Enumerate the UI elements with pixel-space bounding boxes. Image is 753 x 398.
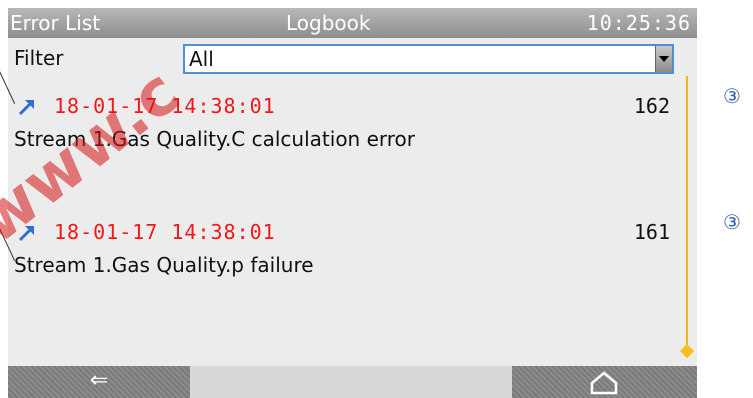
filter-dropdown[interactable]: All [183, 44, 674, 74]
entry-timestamp: 18-01-17 14:38:01 [54, 220, 276, 244]
home-button[interactable] [512, 366, 697, 398]
arrow-up-right-icon [18, 100, 34, 116]
log-entry[interactable]: 18-01-17 14:38:01 162 Stream 1.Gas Quali… [8, 94, 678, 158]
scrollbar[interactable] [679, 76, 695, 359]
filter-selected-value: All [189, 47, 214, 71]
callout-marker: ③ [723, 210, 741, 234]
entry-number: 162 [633, 94, 670, 118]
back-button[interactable]: ⇐ [8, 366, 190, 398]
log-entry[interactable]: 18-01-17 14:38:01 161 Stream 1.Gas Quali… [8, 220, 678, 284]
filter-row: Filter All [8, 42, 697, 76]
back-arrow-icon: ⇐ [89, 368, 109, 393]
entry-message: Stream 1.Gas Quality.p failure [14, 253, 314, 277]
empty-softkey [190, 366, 512, 398]
screen-title-left: Error List [10, 11, 101, 35]
screen-title: Logbook [286, 11, 371, 35]
device-screen: Error List Logbook 10:25:36 Filter All 1… [8, 8, 697, 398]
arrow-up-right-icon [18, 226, 34, 242]
scroll-track [686, 76, 688, 354]
scroll-thumb[interactable] [679, 343, 695, 359]
dropdown-button[interactable] [655, 46, 672, 72]
callout-marker: ③ [723, 84, 741, 108]
entry-number: 161 [633, 220, 670, 244]
entry-timestamp: 18-01-17 14:38:01 [54, 94, 276, 118]
entry-message: Stream 1.Gas Quality.C calculation error [14, 127, 416, 151]
dropdown-icon [659, 56, 669, 62]
bottom-bar: ⇐ [8, 366, 697, 398]
home-icon [590, 371, 618, 395]
clock: 10:25:36 [586, 11, 691, 35]
filter-label: Filter [14, 46, 64, 70]
title-bar: Error List Logbook 10:25:36 [8, 8, 697, 38]
